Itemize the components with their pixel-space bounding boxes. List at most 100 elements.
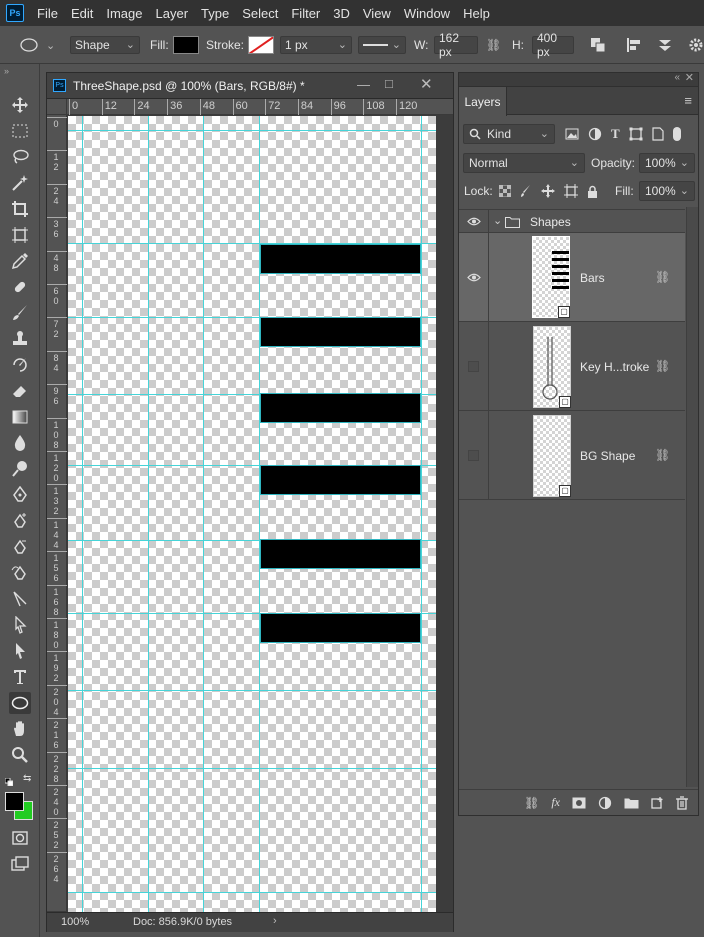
eraser-tool-icon[interactable] (9, 380, 31, 402)
bar-shape[interactable] (260, 613, 421, 643)
menu-layer[interactable]: Layer (156, 6, 199, 21)
layers-scrollbar[interactable] (686, 207, 698, 787)
link-dimensions-icon[interactable]: ⛓ (486, 36, 501, 54)
stroke-swatch[interactable] (248, 36, 274, 54)
layer-row-bg-shape[interactable]: ▢ BG Shape ⛓ (459, 411, 685, 500)
eyedropper-tool-icon[interactable] (9, 250, 31, 272)
layer-row-bars[interactable]: ▢ Bars ⛓ (459, 233, 685, 322)
menu-select[interactable]: Select (242, 6, 288, 21)
tab-layers[interactable]: Layers (459, 87, 507, 116)
crop-tool-icon[interactable] (9, 198, 31, 220)
collapse-panels-icon[interactable]: « (674, 72, 680, 83)
fill-opacity-field[interactable]: 100% (639, 181, 695, 201)
magic-wand-tool-icon[interactable] (9, 172, 31, 194)
type-filter-icon[interactable]: T (611, 126, 620, 142)
delete-anchor-pen-icon[interactable] (9, 536, 31, 558)
visibility-toggle[interactable] (459, 322, 489, 410)
brush-tool-icon[interactable] (9, 302, 31, 324)
opacity-field[interactable]: 100% (639, 153, 695, 173)
gear-icon[interactable] (688, 36, 704, 54)
new-group-folder-icon[interactable] (624, 797, 639, 809)
clone-stamp-tool-icon[interactable] (9, 328, 31, 350)
new-layer-icon[interactable] (651, 796, 664, 809)
menu-image[interactable]: Image (106, 6, 152, 21)
freeform-pen-icon[interactable] (9, 562, 31, 584)
menu-window[interactable]: Window (404, 6, 460, 21)
swap-colors-icon[interactable]: ⇆ (23, 773, 31, 784)
layer-style-fx-icon[interactable]: fx (551, 795, 560, 810)
smart-object-filter-icon[interactable] (652, 127, 664, 141)
document-tab[interactable]: Ps ThreeShape.psd @ 100% (Bars, RGB/8#) … (47, 73, 453, 99)
tool-mode-select[interactable]: Shape (70, 36, 140, 54)
visibility-toggle[interactable] (459, 411, 489, 499)
stroke-type-select[interactable] (358, 36, 406, 54)
filter-toggle-icon[interactable] (672, 127, 681, 141)
menu-edit[interactable]: Edit (71, 6, 103, 21)
pen-tool-icon[interactable] (9, 484, 31, 506)
pixel-filter-icon[interactable] (565, 128, 579, 140)
adjustment-layer-icon[interactable] (598, 796, 612, 810)
adjustment-filter-icon[interactable] (588, 127, 602, 141)
path-operations-icon[interactable] (590, 36, 606, 54)
history-brush-tool-icon[interactable] (9, 354, 31, 376)
maximize-icon[interactable]: □ (385, 76, 393, 91)
frame-tool-icon[interactable] (9, 224, 31, 246)
layer-row-key-stroke[interactable]: ▢ Key H...troke ⛓ (459, 322, 685, 411)
hand-tool-icon[interactable] (9, 718, 31, 740)
shape-filter-icon[interactable] (629, 127, 643, 141)
path-alignment-icon[interactable] (626, 36, 642, 54)
lock-artboard-icon[interactable] (564, 184, 578, 198)
convert-point-tool-icon[interactable] (9, 588, 31, 610)
path-arrangement-icon[interactable] (656, 36, 674, 54)
lock-position-icon[interactable] (541, 184, 555, 198)
horizontal-ruler[interactable]: 0 12 24 36 48 60 72 84 96 108 120 (67, 99, 453, 115)
stroke-width-field[interactable]: 1 px (280, 36, 352, 54)
collapse-icon[interactable]: » (4, 66, 9, 76)
default-colors-icon[interactable] (4, 775, 14, 787)
status-menu-arrow-icon[interactable]: › (273, 915, 277, 927)
foreground-color-swatch[interactable] (5, 792, 24, 811)
visibility-toggle[interactable] (459, 233, 489, 321)
menu-filter[interactable]: Filter (291, 6, 330, 21)
visibility-toggle[interactable] (459, 210, 489, 232)
canvas[interactable] (68, 116, 436, 912)
height-field[interactable]: 400 px (532, 31, 574, 59)
tool-preset-picker[interactable]: ⌄ (20, 36, 55, 54)
bar-shape[interactable] (260, 539, 421, 569)
bar-shape[interactable] (260, 244, 421, 274)
lock-image-pixels-icon[interactable] (520, 184, 532, 198)
blend-mode-select[interactable]: Normal (463, 153, 585, 173)
healing-brush-tool-icon[interactable] (9, 276, 31, 298)
trash-icon[interactable] (676, 795, 688, 810)
gradient-tool-icon[interactable] (9, 406, 31, 428)
path-selection-tool-icon[interactable] (9, 640, 31, 662)
menu-view[interactable]: View (363, 6, 401, 21)
width-field[interactable]: 162 px (434, 31, 478, 59)
lock-all-icon[interactable] (587, 185, 598, 198)
zoom-level[interactable]: 100% (61, 916, 89, 928)
chevron-down-icon[interactable]: ⌄ (493, 214, 502, 227)
vertical-ruler[interactable]: 0 12 24 36 48 60 72 84 96 108 120 132 144 156 168 180 19… (47, 115, 67, 911)
bar-shape[interactable] (260, 393, 421, 423)
quick-mask-icon[interactable] (9, 827, 31, 849)
screen-mode-icon[interactable] (9, 853, 31, 875)
ellipse-tool-icon[interactable] (9, 692, 31, 714)
link-layers-icon[interactable]: ⛓ (524, 796, 539, 810)
menu-help[interactable]: Help (463, 6, 500, 21)
panel-menu-icon[interactable]: ≡ (684, 93, 692, 108)
add-mask-icon[interactable] (572, 797, 586, 809)
menu-file[interactable]: File (37, 6, 68, 21)
move-tool-icon[interactable] (9, 94, 31, 116)
filter-kind-select[interactable]: Kind (463, 124, 555, 144)
bar-shape[interactable] (260, 317, 421, 347)
lock-transparent-pixels-icon[interactable] (499, 185, 511, 197)
close-panel-icon[interactable]: ✕ (685, 71, 694, 84)
menu-3d[interactable]: 3D (333, 6, 360, 21)
blur-tool-icon[interactable] (9, 432, 31, 454)
marquee-tool-icon[interactable] (9, 120, 31, 142)
ruler-origin[interactable] (47, 99, 67, 115)
dodge-tool-icon[interactable] (9, 458, 31, 480)
lasso-tool-icon[interactable] (9, 146, 31, 168)
menu-type[interactable]: Type (201, 6, 239, 21)
zoom-tool-icon[interactable] (9, 744, 31, 766)
